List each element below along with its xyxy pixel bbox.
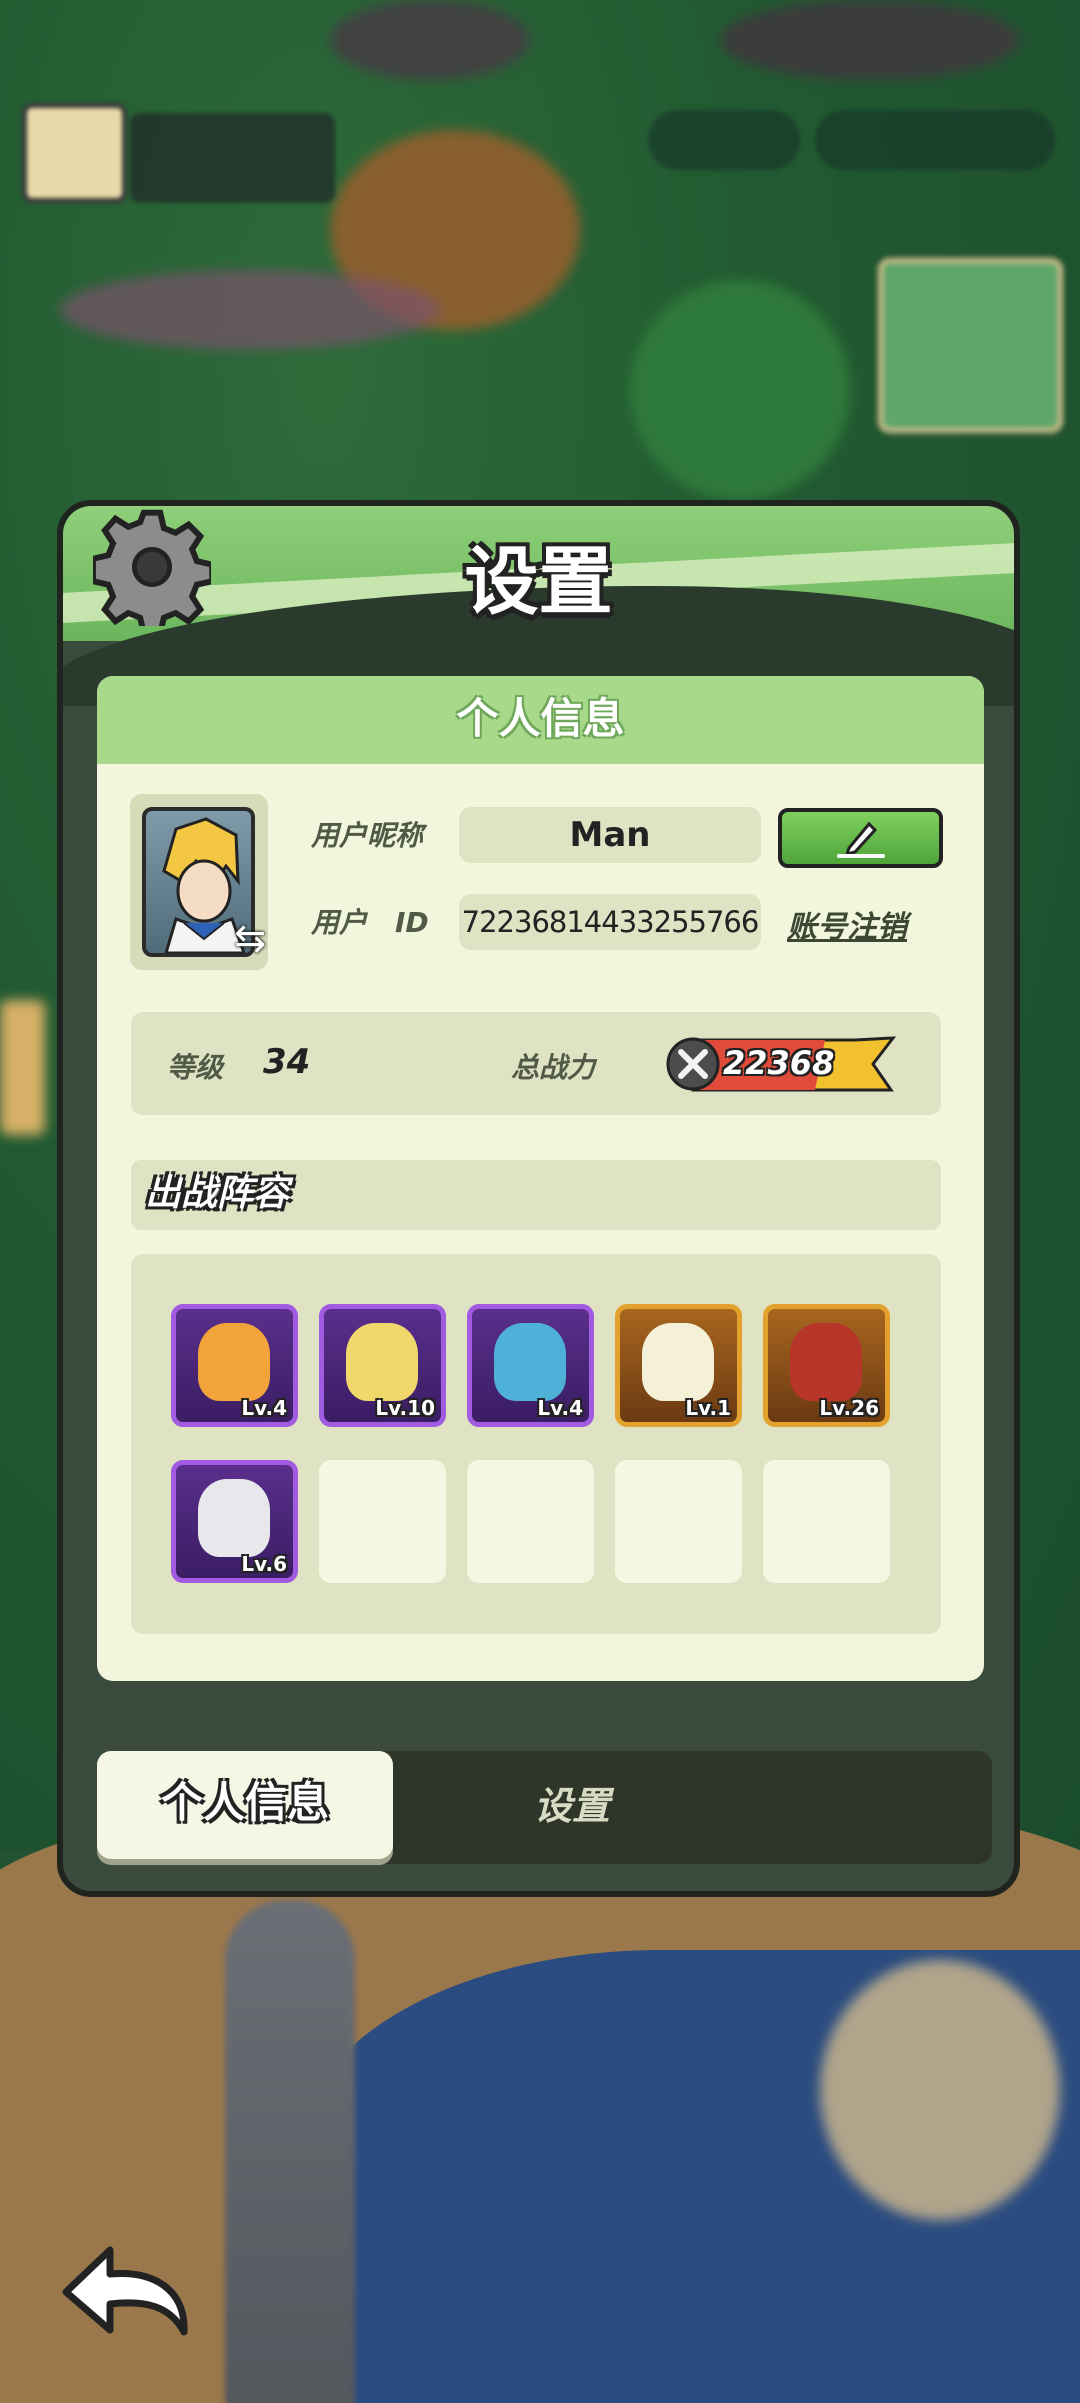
hero-level: Lv.4 [537,1396,583,1420]
hero-slot-5[interactable]: Lv.26 [763,1304,890,1427]
power-label: 总战力 [511,1051,596,1084]
user-id-field: 72236814433255766 [459,894,761,950]
nickname-field: Man [459,807,761,863]
hero-slot-4[interactable]: Lv.1 [615,1304,742,1427]
delete-account-link[interactable]: 账号注销 [787,902,907,946]
hero-portrait [494,1323,566,1401]
hud-player-info[interactable] [130,113,335,203]
stats-row: 等级 34 总战力 22368 [131,1012,941,1115]
empty-hero-slot[interactable] [319,1460,446,1583]
hud-side-tab[interactable] [0,1000,45,1135]
empty-hero-slot[interactable] [615,1460,742,1583]
hero-portrait [346,1323,418,1401]
swap-icon[interactable]: ⇆ [234,916,266,960]
level-value: 34 [263,1042,311,1082]
hud-gem-counter[interactable] [648,110,800,170]
hero-slot-6[interactable]: Lv.6 [171,1460,298,1583]
hero-level: Lv.10 [375,1396,435,1420]
modal-header: 设置 [63,506,1014,706]
empty-hero-slot[interactable] [763,1460,890,1583]
hero-level: Lv.6 [241,1552,287,1576]
nickname-label: 用户昵称 [311,819,424,852]
panel-title: 个人信息 [97,676,984,764]
avatar-frame[interactable]: ⇆ [130,794,268,970]
empty-hero-slot[interactable] [467,1460,594,1583]
hero-level: Lv.1 [685,1396,731,1420]
hud-gold-counter[interactable] [815,110,1055,170]
edit-nickname-button[interactable] [778,808,943,868]
modal-title: 设置 [464,539,613,625]
hero-portrait [642,1323,714,1401]
lineup-grid: Lv.4 Lv.10 Lv.4 Lv.1 Lv.26 Lv.6 [131,1254,941,1634]
tab-bar: 个人信息 设置 [97,1751,992,1864]
tab-personal-info[interactable]: 个人信息 [97,1751,393,1859]
hero-level: Lv.4 [241,1396,287,1420]
tab-settings[interactable]: 设置 [447,1751,697,1859]
personal-info-panel: 个人信息 ⇆ 用户昵称 Man 用户 ID 72236814433255766 … [97,676,984,1681]
hero-level: Lv.26 [819,1396,879,1420]
hero-portrait [198,1479,270,1557]
level-label: 等级 [167,1051,224,1084]
pencil-icon [836,821,885,858]
power-value: 22368 [723,1044,835,1082]
hero-portrait [198,1323,270,1401]
hud-minimap[interactable] [878,258,1063,433]
back-arrow-icon[interactable] [58,2240,193,2340]
hero-portrait [790,1323,862,1401]
settings-modal: 设置 个人信息 ⇆ 用户昵称 Man 用户 ID 722368144332557… [57,500,1020,1897]
hero-slot-1[interactable]: Lv.4 [171,1304,298,1427]
user-id-label: 用户 ID [311,906,429,939]
hero-slot-2[interactable]: Lv.10 [319,1304,446,1427]
hud-player-avatar[interactable] [22,103,127,203]
power-badge: 22368 [665,1036,897,1092]
lineup-title: 出战阵容 [131,1160,941,1230]
hero-slot-3[interactable]: Lv.4 [467,1304,594,1427]
